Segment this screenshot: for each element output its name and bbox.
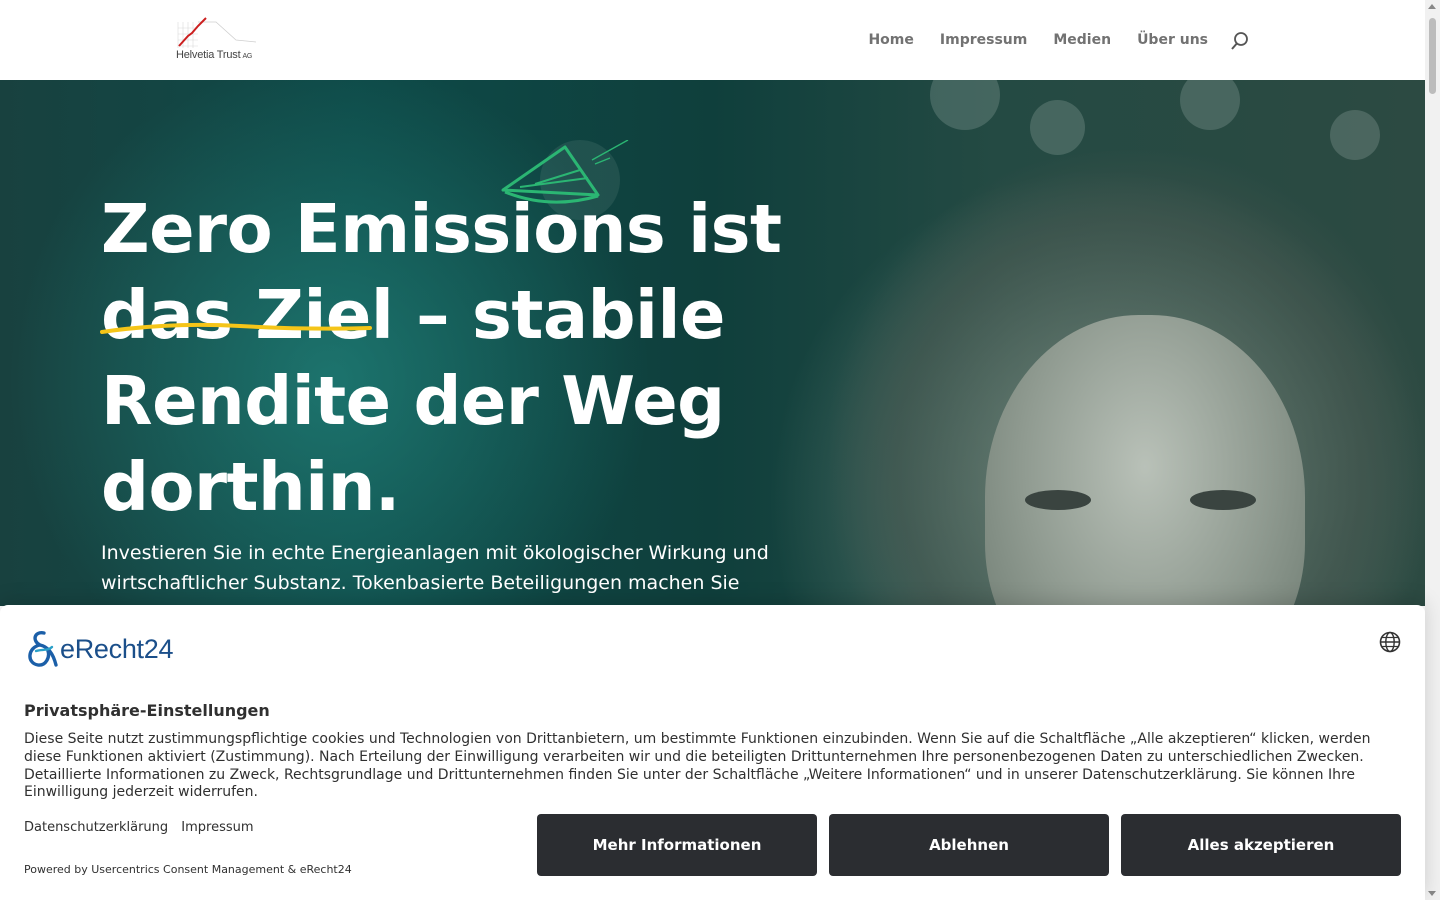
headline-underline <box>100 322 372 334</box>
bokeh-light <box>1180 80 1240 130</box>
nav-ueber-uns[interactable]: Über uns <box>1137 32 1208 48</box>
erecht24-brand: eRecht24 <box>60 633 174 664</box>
scroll-down-icon[interactable] <box>1428 891 1436 896</box>
hero-section: Zero Emissions ist das Ziel – stabile Re… <box>0 80 1425 606</box>
accept-all-button[interactable]: Alles akzeptieren <box>1121 814 1401 876</box>
consent-title: Privatsphäre-Einstellungen <box>24 701 270 720</box>
logo-text: Helvetia Trust <box>176 49 241 61</box>
globe-icon[interactable] <box>1379 631 1401 653</box>
erecht24-logo-icon <box>28 631 58 667</box>
main-nav: Home Impressum Medien Über uns <box>842 30 1250 50</box>
more-information-button[interactable]: Mehr Informationen <box>537 814 817 876</box>
search-icon[interactable] <box>1230 31 1250 51</box>
consent-text: Diese Seite nutzt zustimmungspflichtige … <box>24 731 1371 801</box>
scroll-up-icon[interactable] <box>1428 4 1436 9</box>
imprint-link[interactable]: Impressum <box>181 820 253 835</box>
nav-medien[interactable]: Medien <box>1053 32 1111 48</box>
erecht24-logo: eRecht24 <box>24 629 173 669</box>
hero-headline: Zero Emissions ist das Ziel – stabile Re… <box>101 190 782 526</box>
site-header: Helvetia Trust AG Home Impressum Medien Ü… <box>0 0 1425 80</box>
cookie-consent-banner: eRecht24 Privatsphäre-Einstellungen Dies… <box>0 605 1425 900</box>
logo-chart-icon <box>177 17 257 48</box>
bokeh-light <box>930 80 1000 130</box>
hero-subtext: Investieren Sie in echte Energieanlagen … <box>101 542 769 594</box>
nav-home[interactable]: Home <box>868 32 913 48</box>
consent-powered-by: Powered by Usercentrics Consent Manageme… <box>24 863 352 876</box>
privacy-policy-link[interactable]: Datenschutzerklärung <box>24 820 168 835</box>
consent-links: Datenschutzerklärung Impressum <box>24 820 263 835</box>
bokeh-light <box>1330 110 1380 160</box>
scrollbar-thumb[interactable] <box>1429 18 1436 94</box>
portrait-eye <box>1025 490 1091 510</box>
nav-impressum[interactable]: Impressum <box>940 32 1027 48</box>
logo-suffix: AG <box>242 53 253 60</box>
site-logo[interactable]: Helvetia Trust AG <box>176 16 260 64</box>
portrait-eye <box>1190 490 1256 510</box>
decline-button[interactable]: Ablehnen <box>829 814 1109 876</box>
page-scrollbar[interactable] <box>1425 0 1440 900</box>
bokeh-light <box>1030 100 1085 155</box>
